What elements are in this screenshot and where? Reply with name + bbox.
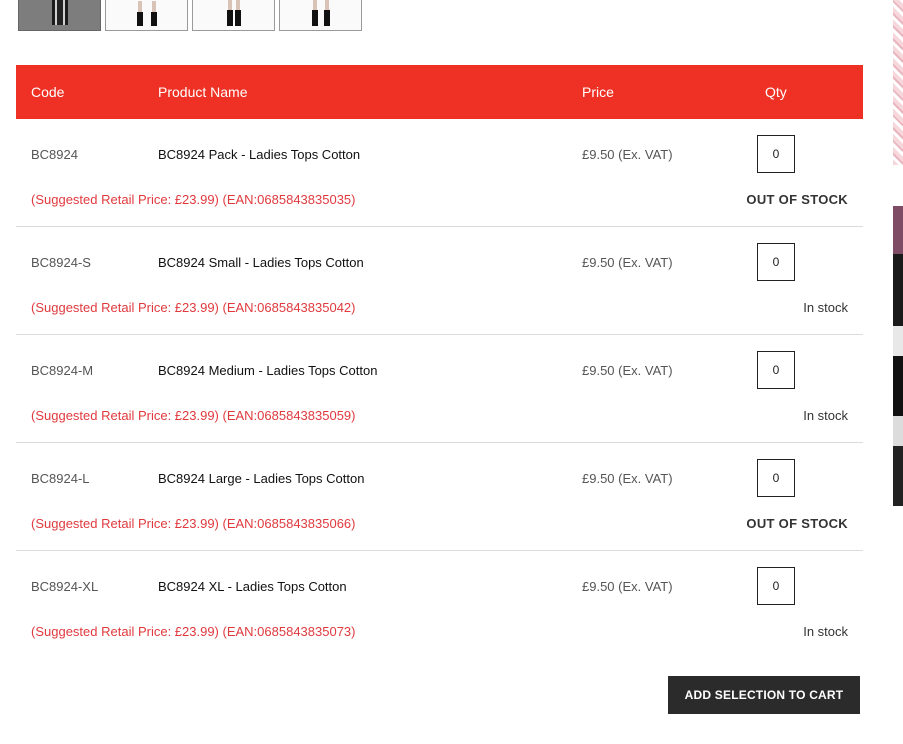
product-code: BC8924 <box>31 147 78 162</box>
product-price: £9.50 (Ex. VAT) <box>582 579 673 594</box>
header-code: Code <box>31 84 65 100</box>
quantity-input[interactable] <box>757 351 795 389</box>
suggested-retail-price: (Suggested Retail Price: £23.99) (EAN:06… <box>31 624 356 639</box>
product-code: BC8924-L <box>31 471 90 486</box>
table-row: BC8924-S BC8924 Small - Ladies Tops Cott… <box>16 227 863 335</box>
product-name: BC8924 Large - Ladies Tops Cotton <box>158 471 365 486</box>
stock-status: In stock <box>803 300 848 315</box>
product-name: BC8924 XL - Ladies Tops Cotton <box>158 579 347 594</box>
table-row: BC8924-M BC8924 Medium - Ladies Tops Cot… <box>16 335 863 443</box>
table-row: BC8924 BC8924 Pack - Ladies Tops Cotton … <box>16 119 863 227</box>
product-price: £9.50 (Ex. VAT) <box>582 147 673 162</box>
quantity-input[interactable] <box>757 135 795 173</box>
suggested-retail-price: (Suggested Retail Price: £23.99) (EAN:06… <box>31 408 356 423</box>
product-name: BC8924 Pack - Ladies Tops Cotton <box>158 147 361 162</box>
side-banner-image-top[interactable] <box>893 0 903 165</box>
product-name: BC8924 Medium - Ladies Tops Cotton <box>158 363 378 378</box>
suggested-retail-price: (Suggested Retail Price: £23.99) (EAN:06… <box>31 300 356 315</box>
product-code: BC8924-XL <box>31 579 99 594</box>
quantity-input[interactable] <box>757 459 795 497</box>
add-selection-to-cart-button[interactable]: ADD SELECTION TO CART <box>668 676 860 714</box>
stock-status: OUT OF STOCK <box>746 192 848 207</box>
product-price: £9.50 (Ex. VAT) <box>582 255 673 270</box>
table-row: BC8924-XL BC8924 XL - Ladies Tops Cotton… <box>16 551 863 658</box>
thumbnail-gallery <box>18 0 362 31</box>
table-header: Code Product Name Price Qty <box>16 65 863 119</box>
product-name: BC8924 Small - Ladies Tops Cotton <box>158 255 364 270</box>
table-row: BC8924-L BC8924 Large - Ladies Tops Cott… <box>16 443 863 551</box>
stock-status: In stock <box>803 624 848 639</box>
header-product-name: Product Name <box>158 84 248 100</box>
product-price: £9.50 (Ex. VAT) <box>582 363 673 378</box>
side-banner-image-bottom[interactable] <box>893 206 903 506</box>
product-thumbnail-1[interactable] <box>18 0 101 31</box>
suggested-retail-price: (Suggested Retail Price: £23.99) (EAN:06… <box>31 516 356 531</box>
header-price: Price <box>582 84 614 100</box>
quantity-input[interactable] <box>757 567 795 605</box>
stock-status: OUT OF STOCK <box>746 516 848 531</box>
product-thumbnail-3[interactable] <box>192 0 275 31</box>
suggested-retail-price: (Suggested Retail Price: £23.99) (EAN:06… <box>31 192 356 207</box>
product-price: £9.50 (Ex. VAT) <box>582 471 673 486</box>
stock-status: In stock <box>803 408 848 423</box>
product-thumbnail-2[interactable] <box>105 0 188 31</box>
quantity-input[interactable] <box>757 243 795 281</box>
product-code: BC8924-M <box>31 363 94 378</box>
product-code: BC8924-S <box>31 255 91 270</box>
product-thumbnail-4[interactable] <box>279 0 362 31</box>
header-qty: Qty <box>765 84 787 100</box>
product-variants-table: Code Product Name Price Qty BC8924 BC892… <box>16 65 863 658</box>
